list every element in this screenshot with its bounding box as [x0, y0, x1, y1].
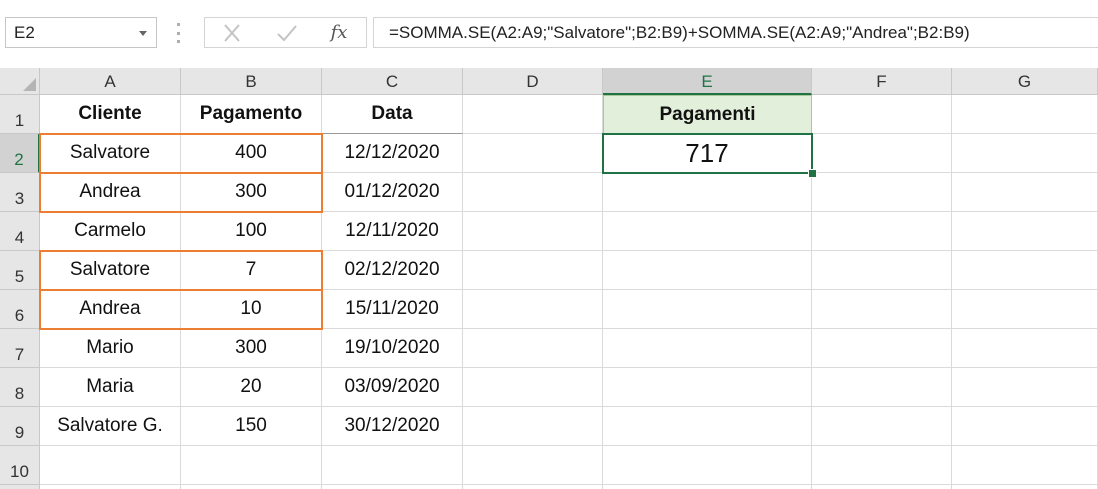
cell-b2[interactable]: 400 [181, 134, 322, 173]
cell-b6[interactable]: 10 [181, 290, 322, 329]
grip-icon[interactable] [176, 23, 180, 43]
cell-b4[interactable]: 100 [181, 212, 322, 251]
cell-c7[interactable]: 19/10/2020 [322, 329, 463, 368]
cell-a8[interactable]: Maria [40, 368, 181, 407]
cell-a9[interactable]: Salvatore G. [40, 407, 181, 446]
cell-b7[interactable]: 300 [181, 329, 322, 368]
cell-a3[interactable]: Andrea [40, 173, 181, 212]
cell-c8[interactable]: 03/09/2020 [322, 368, 463, 407]
fx-icon[interactable]: fx [327, 22, 351, 44]
cell-b8[interactable]: 20 [181, 368, 322, 407]
cancel-icon[interactable] [220, 22, 244, 44]
cell-b3[interactable]: 300 [181, 173, 322, 212]
formula-text: =SOMMA.SE(A2:A9;"Salvatore";B2:B9)+SOMMA… [389, 23, 970, 42]
cell-e1[interactable]: Pagamenti [603, 95, 812, 134]
cell-a6[interactable]: Andrea [40, 290, 181, 329]
cell-c3[interactable]: 01/12/2020 [322, 173, 463, 212]
cell-c9[interactable]: 30/12/2020 [322, 407, 463, 446]
cell-a7[interactable]: Mario [40, 329, 181, 368]
dropdown-arrow-icon[interactable] [139, 31, 147, 36]
cell-a4[interactable]: Carmelo [40, 212, 181, 251]
formula-buttons: fx [204, 17, 367, 48]
formula-input[interactable]: =SOMMA.SE(A2:A9;"Salvatore";B2:B9)+SOMMA… [373, 17, 1098, 48]
cell-a1[interactable]: Cliente [40, 95, 181, 134]
cell-a2[interactable]: Salvatore [40, 134, 181, 173]
cell-c5[interactable]: 02/12/2020 [322, 251, 463, 290]
name-box[interactable]: E2 [5, 17, 157, 48]
cell-c6[interactable]: 15/11/2020 [322, 290, 463, 329]
fill-handle[interactable] [808, 169, 817, 178]
cell-a5[interactable]: Salvatore [40, 251, 181, 290]
cell-c4[interactable]: 12/11/2020 [322, 212, 463, 251]
cell-c2[interactable]: 12/12/2020 [322, 134, 463, 173]
formula-bar: E2 fx =SOMMA.SE(A2:A9;"Salvatore";B2:B9)… [0, 0, 1098, 68]
cell-b1[interactable]: Pagamento [181, 95, 322, 134]
cell-b5[interactable]: 7 [181, 251, 322, 290]
name-box-value: E2 [14, 23, 35, 42]
cell-e2[interactable]: 717 [603, 134, 812, 173]
cell-c1[interactable]: Data [322, 95, 463, 134]
cell-b9[interactable]: 150 [181, 407, 322, 446]
spreadsheet-grid: A B C D E F G 1 2 3 4 5 6 7 8 9 10 Clien… [0, 68, 1098, 489]
enter-icon[interactable] [275, 22, 299, 44]
